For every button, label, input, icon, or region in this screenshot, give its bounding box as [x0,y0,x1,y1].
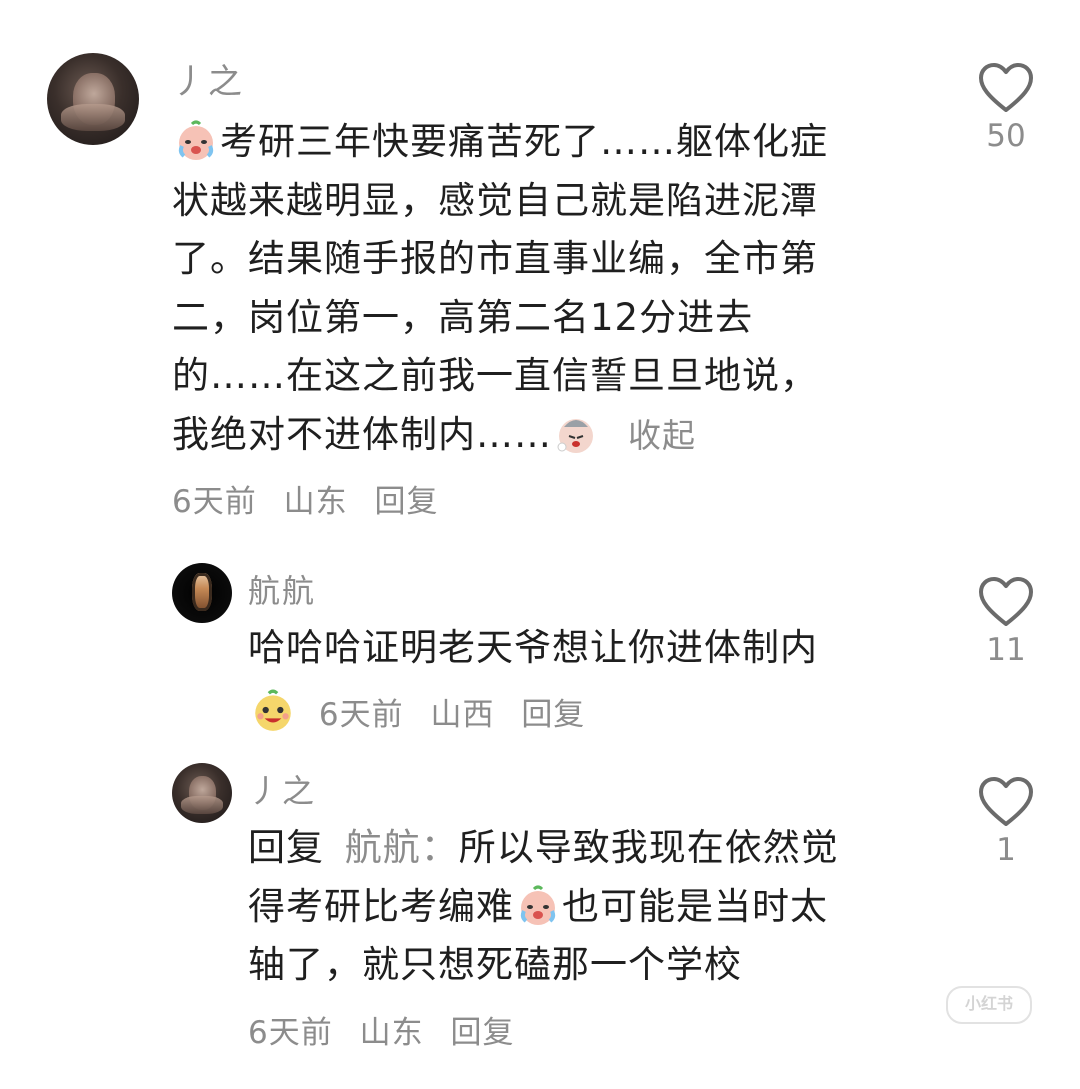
comment-text: 考研三年快要痛苦死了……躯体化症 状越来越明显，感觉自己就是陷进泥潭 了。结果随… [172,113,932,465]
reply-prefix: 回复 [248,826,324,869]
reply-button[interactable]: 回复 [450,1015,514,1051]
comment-line: 的……在这之前我一直信誓旦旦地说， [172,354,818,397]
like-button[interactable]: 50 [966,62,1046,154]
heart-outline-icon [979,63,1033,112]
comment-line: 考研三年快要痛苦死了……躯体化症 [172,113,932,172]
comment-meta: 6天前 山西 回复 [248,687,601,734]
comment-location: 山东 [359,1015,424,1051]
comment-username[interactable]: 航航 [248,566,316,612]
avatar-hand [181,796,223,814]
reply-button[interactable]: 回复 [521,697,585,733]
avatar-hand [60,103,126,132]
comment-location: 山东 [283,484,348,520]
like-button[interactable]: 1 [966,776,1046,868]
comment-meta: 6天前 山东 回复 [248,1007,530,1052]
comment-line: 轴了，就只想死磕那一个学校 [248,943,742,986]
comment-thread: 丿之 考研三年快要痛苦死了……躯体化症 状越来越明显，感觉自己就是陷进泥潭 了。… [0,0,1080,1089]
like-count: 1 [996,832,1016,868]
watermark-logo: 小红书 [946,986,1032,1024]
heart-outline-icon [979,577,1033,626]
comment-meta: 6天前 山东 回复 [172,476,454,521]
comment-line: 得考研比考编难 也可能是当时太 [248,883,828,928]
tired-face-emoji-icon [554,411,598,455]
comment-line: 了。结果随手报的市直事业编，全市第 [172,237,818,280]
comment-time: 6天前 [248,1015,333,1051]
heart-outline-icon [979,777,1033,826]
comment-username[interactable]: 丿之 [172,54,244,103]
avatar[interactable] [47,53,139,145]
comment-username[interactable]: 丿之 [248,766,316,812]
avatar[interactable] [172,763,232,823]
comment-time: 6天前 [318,697,404,733]
comment-line: 状越来越明显，感觉自己就是陷进泥潭 [172,178,818,222]
reply-button[interactable]: 回复 [374,484,438,520]
like-count: 11 [986,632,1026,668]
comment-text: 哈哈哈证明老天爷想让你进体制内 [248,626,818,669]
like-button[interactable]: 11 [966,576,1046,668]
grinning-face-emoji-icon [250,687,296,733]
comment-text: 回复 航航：所以导致我现在依然觉 得考研比考编难 也可能是当时太 轴了，就只想死… [248,819,928,995]
comment-time: 6天前 [172,484,257,520]
avatar[interactable] [172,563,232,623]
comment-location: 山西 [430,697,495,733]
crying-face-emoji-icon [516,883,560,927]
comment-line: 二，岗位第一，高第二名12分进去 [172,295,754,339]
like-count: 50 [986,118,1026,154]
avatar-window [192,572,212,611]
reply-target[interactable]: 航航： [345,826,459,869]
collapse-link[interactable]: 收起 [628,416,696,455]
comment-line: 我绝对不进体制内…… 收起 [172,411,696,456]
crying-face-emoji-icon [174,118,218,162]
comment-line: 回复 航航：所以导致我现在依然觉 [248,826,839,869]
